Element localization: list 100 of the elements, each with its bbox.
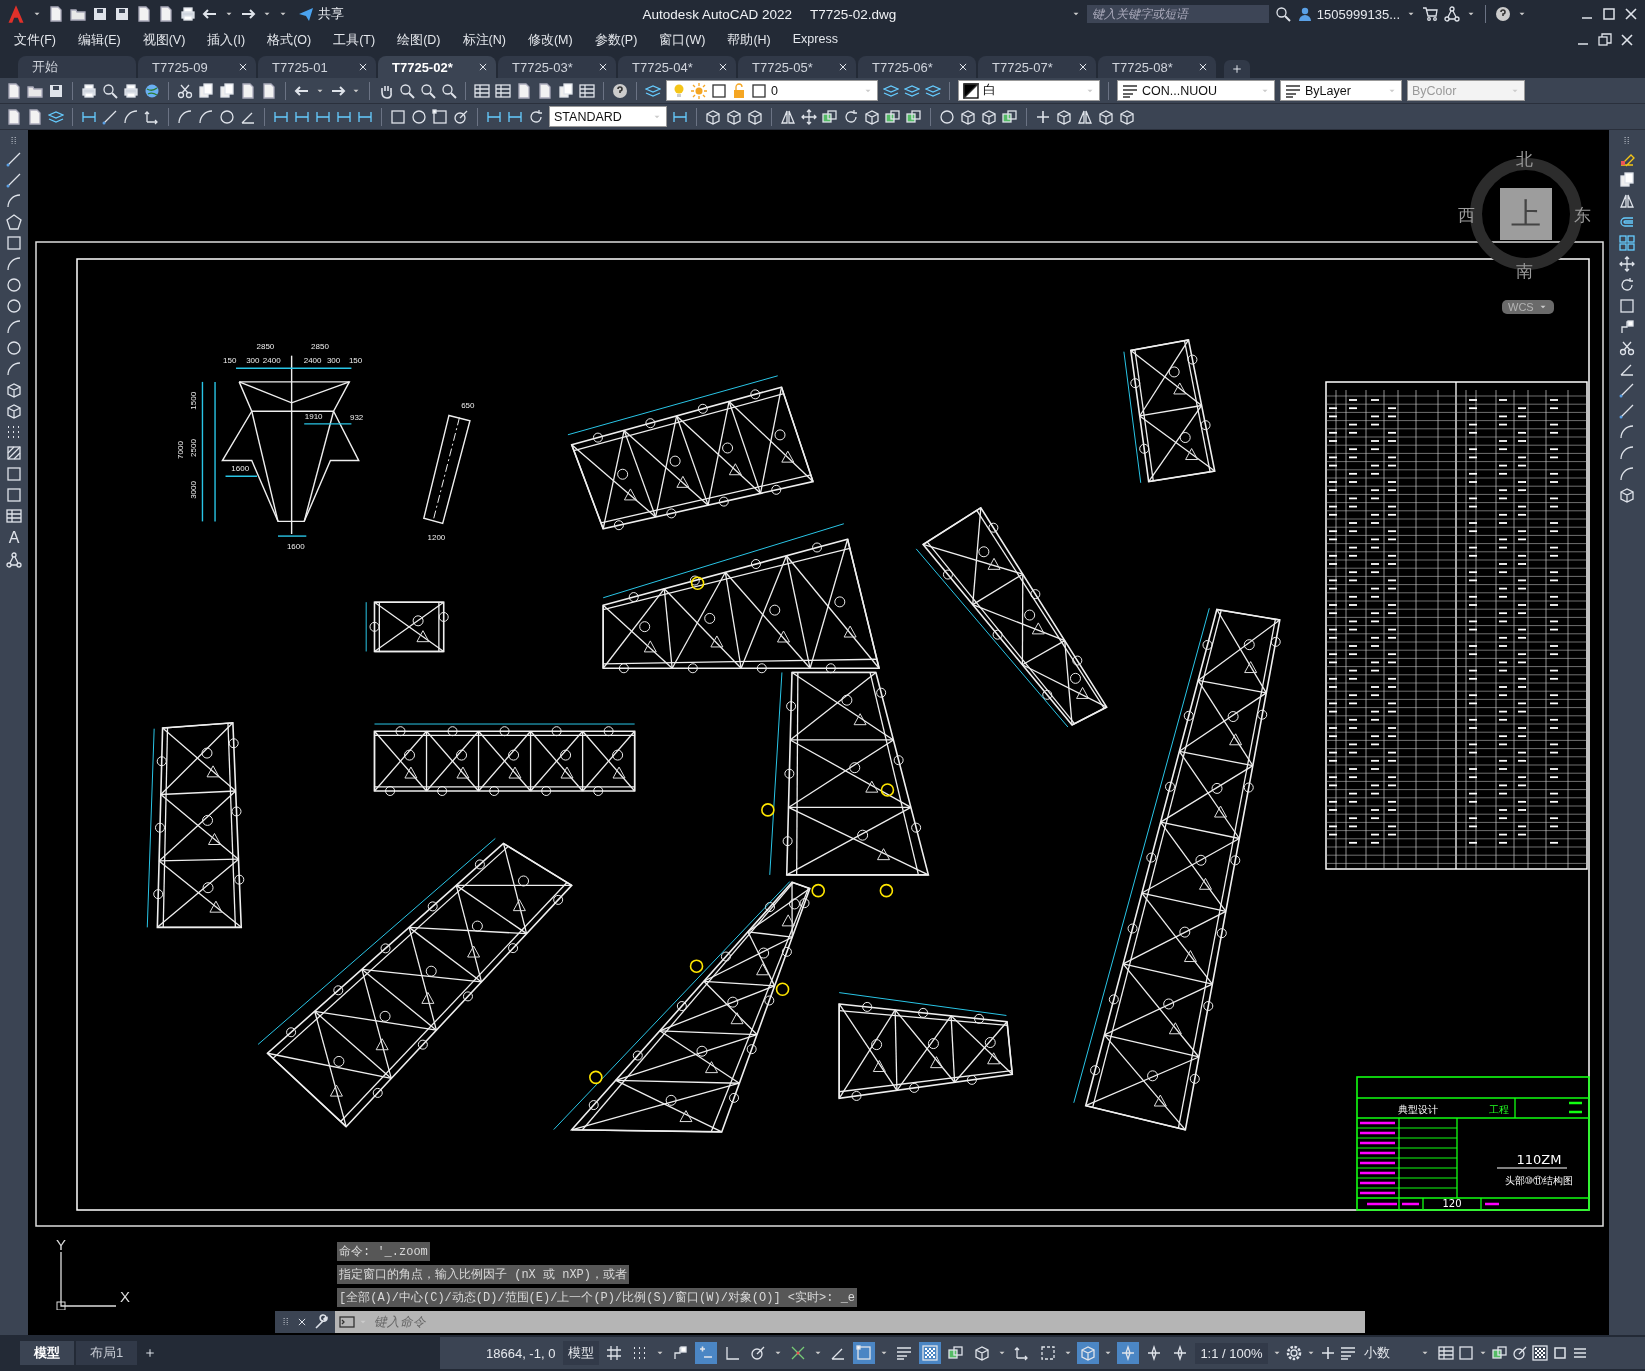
copy-icon[interactable] (558, 82, 574, 99)
plus-icon[interactable] (1319, 1345, 1336, 1361)
menu-item[interactable]: 绘图(D) (397, 31, 441, 49)
file-tab[interactable]: T7725-02* (378, 56, 496, 78)
status-toggle[interactable] (695, 1342, 718, 1364)
close-icon[interactable] (718, 62, 728, 72)
square-icon[interactable] (6, 466, 22, 482)
menu-item[interactable]: 修改(M) (527, 31, 573, 49)
close-icon[interactable] (958, 62, 968, 72)
close-icon[interactable] (598, 62, 608, 72)
units-dropdown[interactable]: 小数 (1359, 1344, 1434, 1362)
circle-icon[interactable] (219, 108, 235, 125)
circle-icon[interactable] (6, 277, 22, 293)
cube-icon[interactable] (1098, 108, 1114, 125)
page-icon[interactable] (136, 6, 152, 22)
grip-icon[interactable] (1622, 136, 1632, 146)
layers-icon[interactable] (48, 108, 64, 125)
menu-item[interactable]: 参数(P) (594, 31, 638, 49)
printer-icon[interactable] (180, 6, 196, 22)
layer-dropdown[interactable]: 0 (666, 80, 878, 101)
menu-item[interactable]: 文件(F) (14, 31, 56, 49)
file-tab[interactable]: 开始 (18, 56, 136, 78)
layout-tab[interactable]: 模型 (20, 1341, 74, 1365)
compass-direction[interactable]: 南 (1516, 260, 1533, 283)
annotation-scale-button[interactable]: 1:1 / 100% (1195, 1342, 1268, 1364)
cube-icon[interactable] (726, 108, 742, 125)
printer-icon[interactable] (81, 82, 97, 99)
cut-icon[interactable] (1619, 340, 1635, 356)
status-toggle[interactable] (853, 1342, 876, 1364)
line-icon[interactable] (1619, 403, 1635, 419)
cube-icon[interactable] (1619, 487, 1635, 503)
page-icon[interactable] (158, 6, 174, 22)
text-style-dropdown[interactable]: STANDARD (549, 106, 667, 127)
menu-item[interactable]: 工具(T) (333, 31, 376, 49)
rotate-icon[interactable] (1619, 277, 1635, 293)
share-button[interactable]: 共享 (294, 5, 348, 23)
squares-icon[interactable] (1002, 108, 1018, 125)
checker-icon[interactable] (1531, 1345, 1548, 1361)
compass-direction[interactable]: 北 (1516, 148, 1533, 171)
help-icon[interactable] (612, 82, 628, 99)
rotate-icon[interactable] (843, 108, 859, 125)
arc-icon[interactable] (198, 108, 214, 125)
arc-icon[interactable] (177, 108, 193, 125)
page-icon[interactable] (27, 108, 43, 125)
page-icon[interactable] (261, 82, 277, 99)
close-icon[interactable] (1619, 32, 1635, 48)
arc-icon[interactable] (1619, 424, 1635, 440)
status-toggle[interactable] (919, 1342, 942, 1364)
command-input-field[interactable]: 键入命令 (372, 1311, 1365, 1333)
save-icon[interactable] (48, 82, 64, 99)
settings-icon[interactable] (1285, 1345, 1302, 1361)
file-tab[interactable]: T7725-04* (618, 56, 736, 78)
linetype-dropdown[interactable]: CON...NUOU (1117, 80, 1275, 101)
file-tab[interactable]: T7725-07* (978, 56, 1096, 78)
table-icon[interactable] (6, 508, 22, 524)
lineweight-dropdown[interactable]: ByLayer (1280, 80, 1402, 101)
menu-item[interactable]: 窗口(W) (659, 31, 706, 49)
move-icon[interactable] (801, 108, 817, 125)
arc-icon[interactable] (6, 193, 22, 209)
menu-item[interactable]: 视图(V) (142, 31, 186, 49)
file-tab[interactable]: T7725-03* (498, 56, 616, 78)
arc-icon[interactable] (6, 361, 22, 377)
save-icon[interactable] (92, 6, 108, 22)
copy-icon[interactable] (219, 82, 235, 99)
menu-item[interactable]: Express (792, 31, 838, 49)
page-icon[interactable] (537, 82, 553, 99)
square-icon[interactable] (1457, 1345, 1474, 1361)
arc-icon[interactable] (1619, 445, 1635, 461)
line-icon[interactable] (6, 172, 22, 188)
arc-icon[interactable] (6, 256, 22, 272)
circle-icon[interactable] (6, 340, 22, 356)
close-icon[interactable] (358, 62, 368, 72)
network-icon[interactable] (6, 552, 22, 568)
line-icon[interactable] (6, 151, 22, 167)
color-dropdown[interactable]: 白 (958, 80, 1100, 101)
cube-icon[interactable] (960, 108, 976, 125)
layers-icon[interactable] (883, 82, 899, 99)
cart-icon[interactable] (1422, 6, 1438, 22)
menu-item[interactable]: 插入(I) (207, 31, 246, 49)
cube-icon[interactable] (705, 108, 721, 125)
command-prompt-button[interactable] (335, 1311, 372, 1333)
page-icon[interactable] (6, 82, 22, 99)
magnifier-icon[interactable] (420, 82, 436, 99)
plus-icon[interactable] (1035, 108, 1051, 125)
table-icon[interactable] (1437, 1345, 1454, 1361)
status-toggle[interactable] (1117, 1342, 1140, 1364)
model-space-button[interactable]: 模型 (563, 1341, 600, 1365)
layout-tab[interactable]: 布局1 (76, 1341, 138, 1365)
mirror-icon[interactable] (1077, 108, 1093, 125)
page-icon[interactable] (516, 82, 532, 99)
user-account-button[interactable]: 1505999135... (1296, 6, 1400, 22)
viewcube-face[interactable]: 上 (1500, 188, 1552, 240)
magnifier-icon[interactable] (441, 82, 457, 99)
text-tool-button[interactable]: A (8, 529, 20, 547)
page-icon[interactable] (240, 82, 256, 99)
dots-icon[interactable] (6, 424, 22, 440)
file-tab[interactable]: T7725-01 (258, 56, 376, 78)
mirror-icon[interactable] (1619, 193, 1635, 209)
rotate-icon[interactable] (528, 108, 544, 125)
table-icon[interactable] (579, 82, 595, 99)
